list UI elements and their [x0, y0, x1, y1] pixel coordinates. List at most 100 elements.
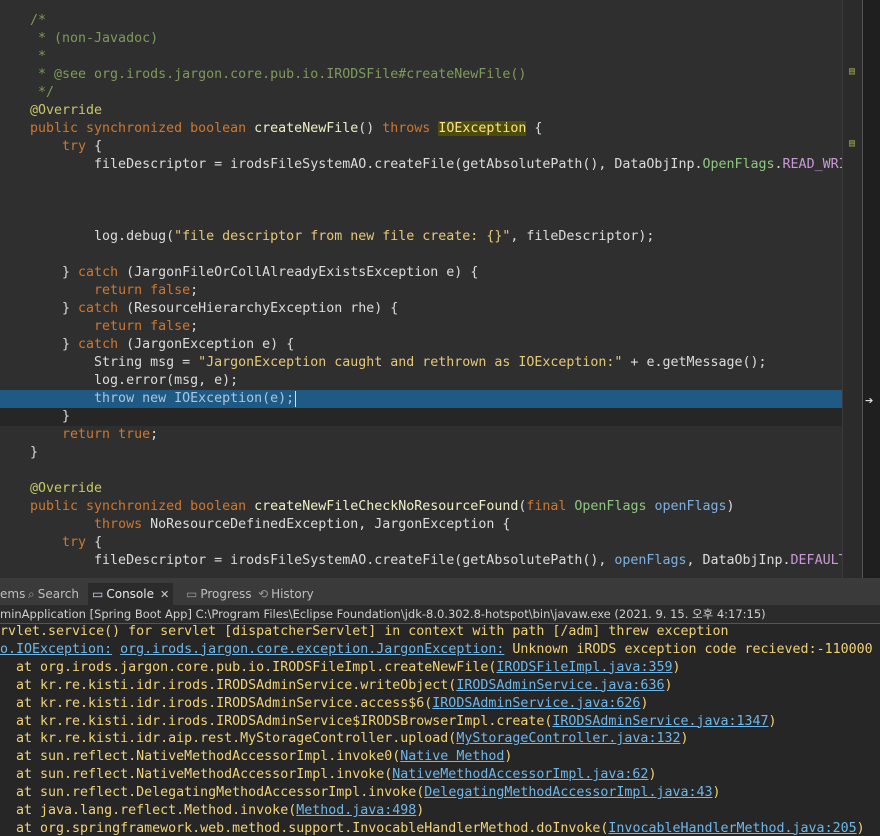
- tab-search[interactable]: ⌕ Search: [28, 583, 79, 605]
- code-token: }: [30, 337, 79, 352]
- search-icon: ⌕: [28, 587, 35, 601]
- stacktrace-link[interactable]: DelegatingMethodAccessorImpl.java:43: [424, 785, 712, 800]
- code-token: ;: [190, 283, 199, 298]
- text-caret: [295, 391, 296, 407]
- stacktrace-link[interactable]: o.IOException:: [0, 642, 112, 657]
- code-token: {: [86, 139, 103, 154]
- code-token: try: [62, 535, 87, 550]
- console-text: ): [768, 713, 777, 729]
- console-text: ): [856, 820, 865, 836]
- console-line: o.IOException: org.irods.jargon.core.exc…: [0, 641, 873, 659]
- code-token: NoResourceDefinedException, JargonExcept…: [142, 517, 511, 532]
- console-line: rvlet.service() for servlet [dispatcherS…: [0, 624, 729, 641]
- console-line: at org.springframework.web.method.suppor…: [0, 820, 865, 836]
- console-text: at kr.re.kisti.idr.irods.IRODSAdminServi…: [0, 713, 553, 729]
- code-token: *: [30, 49, 47, 64]
- code-token: , DataObjInp.: [686, 553, 791, 568]
- code-line: log.debug("file descriptor from new file…: [0, 228, 842, 246]
- tab-console[interactable]: ▭ Console ✕: [88, 583, 174, 605]
- code-token: return false: [94, 283, 191, 298]
- marker-icon[interactable]: ▤: [849, 138, 855, 149]
- code-token: log.error(msg, e);: [30, 373, 239, 388]
- code-token: log.debug(: [30, 229, 175, 244]
- code-token: {: [86, 535, 103, 550]
- code-line: log.error(msg, e);: [0, 372, 842, 390]
- code-line: fileDescriptor = irodsFileSystemAO.creat…: [0, 156, 842, 174]
- console-line: at sun.reflect.NativeMethodAccessorImpl.…: [0, 748, 512, 766]
- console-text: at kr.re.kisti.idr.aip.rest.MyStorageCon…: [0, 731, 457, 747]
- code-line: */: [0, 84, 842, 102]
- console-text: rvlet.service() for servlet [dispatcherS…: [0, 624, 729, 639]
- console-text: at java.lang.reflect.Method.invoke(: [0, 803, 297, 818]
- code-token: READ_WRITE: [782, 157, 842, 172]
- console-text: at org.springframework.web.method.suppor…: [0, 820, 609, 836]
- code-token: final: [526, 499, 567, 514]
- code-line: *: [0, 48, 842, 66]
- code-token: IOException: [438, 121, 527, 136]
- stacktrace-link[interactable]: IRODSAdminService.java:636: [456, 678, 664, 693]
- console-line: at java.lang.reflect.Method.invoke(Metho…: [0, 802, 424, 820]
- code-token: throws: [94, 517, 143, 532]
- tab-label: History: [271, 587, 314, 601]
- console-line: at sun.reflect.NativeMethodAccessorImpl.…: [0, 766, 656, 784]
- console-icon: ▭: [92, 587, 104, 601]
- console-text: at kr.re.kisti.idr.irods.IRODSAdminServi…: [0, 695, 433, 711]
- code-token: public synchronized boolean: [30, 499, 255, 514]
- stacktrace-link[interactable]: IRODSAdminService.java:626: [432, 696, 640, 711]
- tab-history[interactable]: ⟲ History: [258, 583, 314, 605]
- code-token: ): [726, 499, 735, 514]
- code-token: */: [30, 85, 55, 100]
- code-line: throws NoResourceDefinedException, Jargo…: [0, 516, 842, 534]
- tab-progress[interactable]: ▭ Progress: [186, 583, 252, 605]
- code-token: * (non-Javadoc): [30, 31, 159, 46]
- code-editor[interactable]: /* * (non-Javadoc) * * @see org.irods.ja…: [0, 0, 842, 578]
- overview-ruler[interactable]: ➔: [862, 0, 880, 578]
- code-token: "file descriptor from new file create: {…: [174, 229, 511, 244]
- close-icon[interactable]: ✕: [160, 588, 169, 601]
- stacktrace-link[interactable]: Native Method: [400, 749, 504, 764]
- tab-problems[interactable]: ems: [0, 583, 25, 605]
- code-token: * @see org.irods.jargon.core.pub.io.IROD…: [30, 67, 527, 82]
- code-line: }: [0, 444, 842, 462]
- stacktrace-link[interactable]: org.irods.jargon.core.exception.JargonEx…: [120, 642, 504, 657]
- code-token: @Override: [30, 103, 103, 118]
- stacktrace-link[interactable]: MyStorageController.java:132: [456, 731, 680, 746]
- views-tab-bar: ems ⌕ Search ▭ Console ✕ ▭ Progress ⟲ History: [0, 583, 880, 606]
- console-text: at sun.reflect.NativeMethodAccessorImpl.…: [0, 749, 401, 765]
- history-icon: ⟲: [258, 587, 269, 601]
- console-text: ): [664, 677, 673, 693]
- code-token: OpenFlags: [702, 157, 775, 172]
- code-line: } catch (JargonFileOrCollAlreadyExistsEx…: [0, 264, 842, 282]
- stacktrace-link[interactable]: NativeMethodAccessorImpl.java:62: [392, 767, 648, 782]
- code-line: @Override: [0, 102, 842, 120]
- stacktrace-link[interactable]: IRODSAdminService.java:1347: [552, 714, 768, 729]
- stacktrace-link[interactable]: InvocableHandlerMethod.java:205: [608, 821, 856, 836]
- console-text: Unknown iRODS exception code recieved:-1…: [504, 641, 873, 657]
- console-line: at kr.re.kisti.idr.irods.IRODSAdminServi…: [0, 677, 672, 695]
- console-text: ): [640, 695, 649, 711]
- code-token: createNewFile: [254, 121, 359, 136]
- stacktrace-link[interactable]: Method.java:498: [296, 803, 416, 818]
- stacktrace-link[interactable]: IRODSFileImpl.java:359: [496, 660, 672, 675]
- code-token: }: [30, 409, 71, 424]
- marker-icon[interactable]: ▤: [849, 66, 855, 77]
- code-token: catch: [78, 301, 119, 316]
- console-text: ): [504, 749, 513, 765]
- code-line: return false;: [0, 318, 842, 336]
- console-output[interactable]: rvlet.service() for servlet [dispatcherS…: [0, 624, 880, 836]
- code-token: throws: [382, 121, 431, 136]
- code-line: * (non-Javadoc): [0, 30, 842, 48]
- tab-label: Search: [37, 587, 79, 601]
- console-text: ): [648, 767, 657, 783]
- tab-label: Console: [106, 587, 154, 601]
- code-line: /*: [0, 12, 842, 30]
- tab-label: Progress: [200, 587, 252, 601]
- code-token: try: [62, 139, 87, 154]
